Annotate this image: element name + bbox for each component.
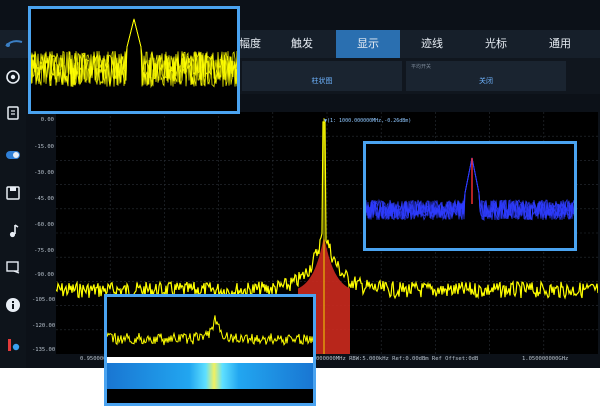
display-mode-selector[interactable]: 柱状图 xyxy=(242,61,402,91)
toggle-icon[interactable] xyxy=(4,146,22,164)
y-tick-label: -75.00 xyxy=(34,248,54,254)
y-tick-label: -15.00 xyxy=(34,144,54,150)
document-icon[interactable] xyxy=(4,104,22,122)
inset-spectrogram-trace-area xyxy=(107,297,313,357)
tab-trigger[interactable]: 触发 xyxy=(272,30,332,58)
inset-density-spectrum xyxy=(363,141,577,251)
average-switch[interactable]: 平均开关 关闭 xyxy=(406,61,566,91)
inset-density-trace xyxy=(366,157,574,222)
music-note-icon[interactable] xyxy=(4,222,22,240)
tab-general[interactable]: 通用 xyxy=(528,30,592,58)
y-tick-label: -135.00 xyxy=(32,347,56,353)
brand-logo-icon xyxy=(5,40,23,47)
spectrogram-floor xyxy=(107,389,313,403)
spectrogram-band xyxy=(107,363,313,389)
save-icon[interactable] xyxy=(4,184,22,202)
spectrogram-trace-line xyxy=(107,315,313,346)
tab-display[interactable]: 显示 xyxy=(336,30,400,58)
y-tick-label: -120.00 xyxy=(32,323,56,329)
y-tick-label: -105.00 xyxy=(32,297,56,303)
power-icon[interactable] xyxy=(4,68,22,86)
marker-readout: ▼(1: 1000.000000MHz,-0.26dBm) xyxy=(324,118,412,124)
rbw-readout: 000000MHz RBW:5.000kHz Ref:0.00dBm Ref O… xyxy=(316,356,479,362)
tab-trace[interactable]: 迹线 xyxy=(400,30,464,58)
y-tick-label: -45.00 xyxy=(34,196,54,202)
y-tick-label: 0.00 xyxy=(40,117,54,123)
y-tick-label: -30.00 xyxy=(34,170,54,176)
y-tick-label: -60.00 xyxy=(34,222,54,228)
inset-spectrogram-trace xyxy=(107,315,313,346)
inset-zoom-trace xyxy=(31,18,237,89)
average-switch-label: 平均开关 xyxy=(411,64,432,70)
screenshot-icon[interactable] xyxy=(4,258,22,276)
average-switch-value: 关闭 xyxy=(479,77,493,85)
left-toolbar xyxy=(0,58,26,368)
display-mode-value: 柱状图 xyxy=(311,77,333,85)
inset-trace-line xyxy=(31,18,237,87)
y-tick-label: -90.00 xyxy=(34,272,54,278)
x-stop-label: 1.050000000GHz xyxy=(522,356,569,362)
info-icon[interactable] xyxy=(4,296,22,314)
inset-spectrogram xyxy=(104,294,316,406)
brand-logo xyxy=(0,30,30,58)
logo-icon[interactable] xyxy=(4,336,22,354)
tab-cursor[interactable]: 光标 xyxy=(464,30,528,58)
inset-zoom-spectrum xyxy=(28,6,240,114)
